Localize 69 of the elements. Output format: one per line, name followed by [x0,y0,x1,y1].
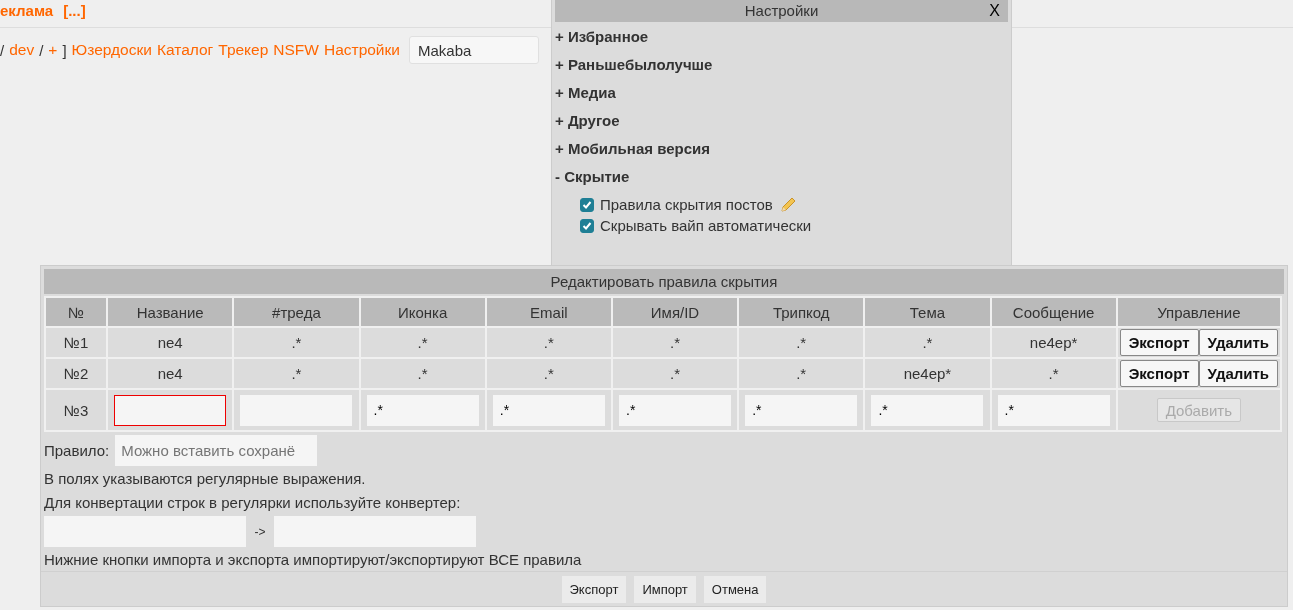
checkbox[interactable] [580,218,594,233]
option-label: Правила скрытия постов [600,194,773,215]
settings-title: Настройки [744,1,819,21]
footer-button[interactable]: Импорт [634,576,696,603]
table-cell: .* [359,358,486,389]
column-header: Трипкод [738,297,865,327]
rule-input[interactable]: .* [871,394,984,426]
action-button[interactable]: Экспорт [1119,329,1199,356]
table-cell: .* [611,358,739,389]
settings-section[interactable]: + Раньшебылолучше [552,50,1011,78]
column-header: Тема [864,297,991,327]
converter-input[interactable] [44,516,246,547]
rule-input[interactable]: .* [492,394,605,426]
rule-input[interactable]: .* [745,394,858,426]
nav-separator: ] [62,41,67,59]
column-header: Сообщение [990,297,1117,327]
action-button[interactable]: Удалить [1198,329,1279,356]
table-cell: №2 [45,358,108,389]
table-cell: .* [485,358,612,389]
action-button[interactable]: Удалить [1198,360,1279,387]
option-label: Скрывать вайп автоматически [600,215,812,236]
action-button[interactable]: Экспорт [1119,360,1199,387]
settings-section[interactable]: + Медиа [552,78,1011,106]
help-text: В полях указываются регулярные выражения. [44,469,367,489]
column-header: № [45,297,108,327]
pencil-icon[interactable] [778,195,797,214]
column-header: Имя/ID [611,297,739,327]
table-cell: .* [233,358,360,389]
table-cell: №3 [45,389,108,431]
help-text: Нижние кнопки импорта и экспорта импортируют/экспортируют ВСЕ правила [44,550,583,570]
dialog-title: Редактировать правила скрытия [550,271,778,292]
column-header: #треда [233,297,360,327]
column-header: Название [107,297,234,327]
table-cell: .* [738,358,865,389]
help-text: Для конвертации строк в регулярки используйте конвертер: [44,493,462,513]
table-cell: .* [864,327,991,358]
rule-input[interactable]: .* [997,394,1110,426]
table-cell: ne4 [107,327,234,358]
converter-output[interactable] [274,516,476,547]
checkbox[interactable] [580,197,594,212]
rule-label: Правило: [44,440,110,461]
rule-input[interactable]: .* [619,394,731,426]
settings-section[interactable]: - Скрытие [552,162,1011,190]
settings-section[interactable]: + Мобильная версия [552,134,1011,162]
column-header: Иконка [359,297,486,327]
column-header: Email [485,297,612,327]
rule-field[interactable]: Можно вставить сохранё [115,435,318,466]
table-cell: №1 [45,327,108,358]
close-button[interactable]: X [989,0,1000,22]
footer-button[interactable]: Экспорт [561,576,627,603]
column-header: Управление [1116,297,1281,327]
table-cell: .* [233,327,360,358]
board-select[interactable]: Makaba [409,36,539,64]
settings-section[interactable]: + Другое [552,106,1011,134]
table-cell: .* [485,327,612,358]
footer-button[interactable]: Отмена [703,576,767,603]
table-cell: .* [359,327,486,358]
table-cell: ne4ep* [990,327,1117,358]
rule-input[interactable]: .* [366,394,479,426]
settings-section[interactable]: + Избранное [552,22,1011,50]
nav-separator: / [0,41,5,59]
table-cell: ne4 [107,358,234,389]
rule-input[interactable] [114,394,227,426]
table-cell: .* [738,327,865,358]
table-cell: ne4ep* [864,358,991,389]
table-cell: .* [611,327,739,358]
table-cell: .* [990,358,1117,389]
arrow-text: -> [253,524,267,539]
nav-separator: / [39,41,44,59]
